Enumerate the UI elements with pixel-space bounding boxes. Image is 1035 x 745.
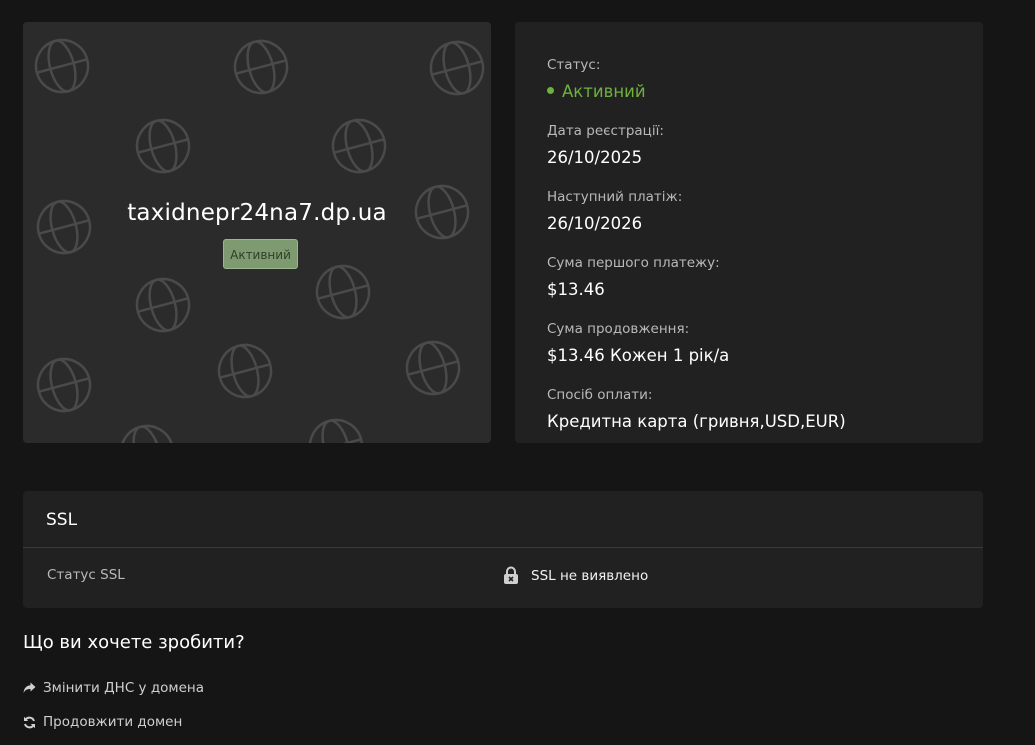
share-arrow-icon [23, 682, 36, 693]
domain-name: taxidnepr24na7.dp.ua [127, 200, 387, 226]
globe-pattern [28, 32, 491, 443]
status-value: Активний [547, 79, 983, 104]
registration-date-label: Дата реєстрації: [547, 123, 664, 139]
change-dns-link[interactable]: Змінити ДНС у домена [23, 680, 204, 696]
renewal-amount-label: Сума продовження: [547, 321, 690, 337]
next-payment-label: Наступний платіж: [547, 189, 683, 205]
payment-method-value: Кредитна карта (гривня,USD,EUR) [547, 412, 846, 431]
status-badge: Активний [223, 239, 298, 269]
next-payment-value: 26/10/2026 [547, 214, 643, 233]
renewal-amount-value: $13.46 Кожен 1 рік/а [547, 346, 730, 365]
ssl-status-text: SSL не виявлено [531, 567, 649, 584]
first-payment-label: Сума першого платежу: [547, 255, 720, 271]
first-payment-value: $13.46 [547, 280, 605, 299]
status-text: Активний [562, 82, 646, 101]
divider [23, 547, 983, 548]
status-label: Статус: [547, 57, 601, 73]
change-dns-label: Змінити ДНС у домена [43, 680, 204, 696]
ssl-status-value: SSL не виявлено [503, 566, 648, 585]
ssl-card: SSL Статус SSL SSL не виявлено [23, 491, 983, 608]
status-dot-icon [547, 87, 554, 94]
renew-domain-link[interactable]: Продовжити домен [23, 714, 182, 730]
renew-domain-label: Продовжити домен [43, 714, 183, 730]
domain-card: taxidnepr24na7.dp.ua Активний [23, 22, 491, 443]
actions-title: Що ви хочете зробити? [23, 632, 245, 653]
registration-date-value: 26/10/2025 [547, 148, 643, 167]
ssl-title: SSL [46, 510, 78, 530]
ssl-status-label: Статус SSL [47, 567, 125, 583]
payment-method-label: Спосіб оплати: [547, 387, 653, 403]
domain-details-card: Статус: Активний Дата реєстрації: 26/10/… [515, 22, 983, 443]
lock-icon [504, 566, 518, 584]
refresh-icon [24, 716, 35, 728]
